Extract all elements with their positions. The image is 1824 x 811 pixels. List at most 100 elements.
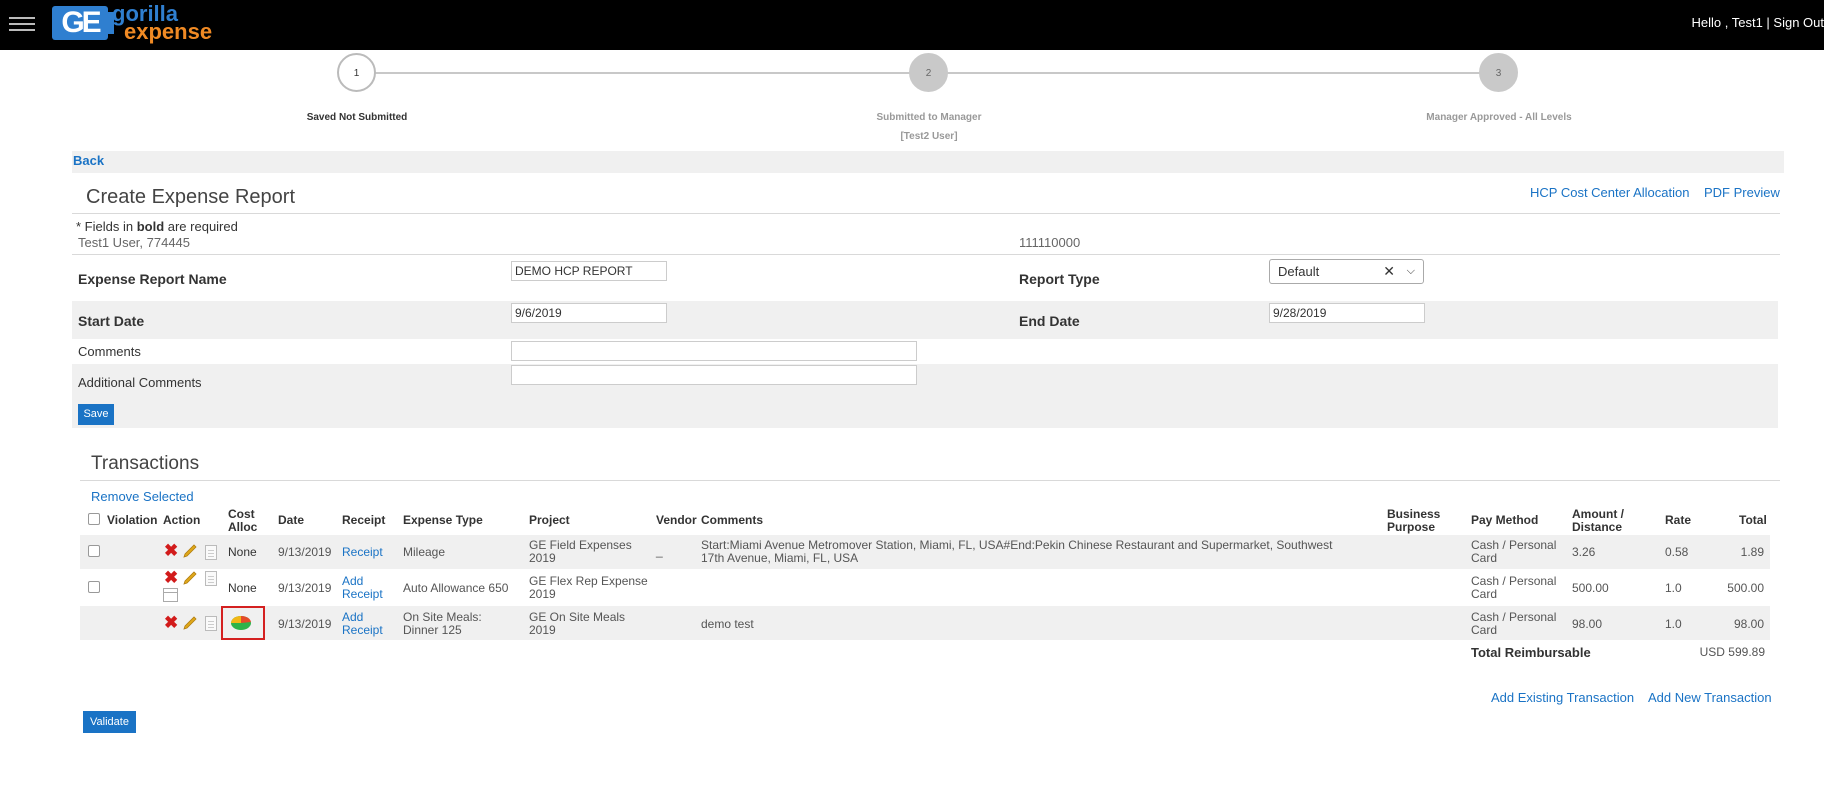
col-violation: Violation [107, 513, 158, 527]
progress-line-2 [946, 72, 1483, 74]
transactions-title: Transactions [91, 453, 200, 474]
app-logo[interactable]: GE gorilla expense [52, 2, 232, 44]
report-name-label: Expense Report Name [78, 271, 227, 287]
title-divider [72, 213, 1780, 214]
edit-pencil-icon[interactable] [182, 570, 198, 586]
required-note: * Fields in bold are required [76, 219, 238, 234]
row-amount: 98.00 [1572, 617, 1603, 631]
row-rate: 0.58 [1665, 545, 1689, 559]
row-checkbox[interactable] [88, 581, 100, 593]
step-2-circle: 2 [909, 53, 948, 92]
page-title: Create Expense Report [86, 186, 296, 208]
report-type-select[interactable]: Default ✕ ⌵ [1269, 259, 1424, 284]
start-date-label: Start Date [78, 313, 145, 329]
back-bar: Back [72, 151, 1784, 173]
save-button[interactable]: Save [78, 404, 114, 425]
step-1-circle: 1 [337, 53, 376, 92]
row-rate: 1.0 [1665, 617, 1682, 631]
add-existing-transaction-link[interactable]: Add Existing Transaction [1491, 690, 1634, 705]
progress-line-1 [375, 72, 915, 74]
comments-label: Comments [78, 344, 141, 359]
delete-icon[interactable]: ✖ [164, 614, 178, 631]
row-add-receipt-link[interactable]: Add Receipt [342, 611, 383, 637]
row-amount: 500.00 [1572, 581, 1609, 595]
row-project: GE Flex Rep Expense 2019 [529, 574, 648, 601]
row-pay-method: Cash / Personal Card [1471, 574, 1557, 601]
report-name-input[interactable] [511, 261, 667, 281]
col-project: Project [529, 513, 570, 527]
total-reimbursable-value: USD 599.89 [1699, 645, 1765, 659]
document-icon[interactable] [205, 545, 217, 560]
col-business-purpose: Business Purpose [1387, 507, 1441, 534]
logo-text-expense: expense [124, 19, 213, 44]
calendar-icon[interactable] [163, 588, 178, 602]
account-number: 111110000 [1019, 235, 1081, 250]
col-vendor: Vendor [656, 513, 697, 527]
back-link[interactable]: Back [73, 153, 104, 168]
remove-selected-link[interactable]: Remove Selected [91, 489, 194, 504]
row-date: 9/13/2019 [278, 581, 332, 595]
row-total: 500.00 [1727, 581, 1764, 595]
chevron-down-icon[interactable]: ⌵ [1407, 260, 1415, 283]
pdf-preview-link[interactable]: PDF Preview [1704, 185, 1780, 200]
row-expense-type: Auto Allowance 650 [403, 581, 509, 595]
comments-input[interactable] [511, 341, 917, 361]
transactions-divider [80, 480, 1780, 481]
row-project: GE Field Expenses 2019 [529, 538, 632, 565]
form-divider [72, 254, 1780, 255]
row-cost-alloc: None [228, 545, 257, 559]
delete-icon[interactable]: ✖ [164, 569, 178, 586]
col-cost-alloc: Cost Alloc [228, 507, 258, 534]
user-info: Test1 User, 774445 [78, 235, 191, 250]
report-type-label: Report Type [1019, 271, 1100, 287]
row-vendor: _ [656, 544, 663, 558]
logo-mark: GE [52, 6, 114, 40]
clear-icon[interactable]: ✕ [1383, 260, 1395, 283]
additional-comments-label: Additional Comments [78, 375, 202, 390]
col-rate: Rate [1665, 513, 1692, 527]
start-date-input[interactable] [511, 303, 667, 323]
col-receipt: Receipt [342, 513, 386, 527]
delete-icon[interactable]: ✖ [164, 542, 178, 559]
col-comments: Comments [701, 513, 764, 527]
col-total: Total [1739, 513, 1767, 527]
row-date: 9/13/2019 [278, 545, 332, 559]
row-expense-type: On Site Meals: Dinner 125 [403, 610, 482, 637]
row-total: 98.00 [1733, 617, 1764, 631]
col-action: Action [163, 513, 201, 527]
row-expense-type: Mileage [403, 545, 446, 559]
row-comments: demo test [701, 617, 754, 631]
report-type-value: Default [1278, 264, 1320, 279]
user-greeting[interactable]: Hello , Test1 | Sign Out [1692, 15, 1824, 30]
date-row-bg [72, 301, 1778, 339]
end-date-input[interactable] [1269, 303, 1425, 323]
col-pay-method: Pay Method [1471, 513, 1539, 527]
total-reimbursable-label: Total Reimbursable [1471, 645, 1591, 660]
document-icon[interactable] [205, 571, 217, 586]
select-all-checkbox[interactable] [88, 513, 100, 525]
additional-comments-row-bg [72, 364, 1778, 428]
top-bar: GE gorilla expense Hello , Test1 | Sign … [0, 0, 1824, 50]
add-new-transaction-link[interactable]: Add New Transaction [1648, 690, 1772, 705]
row-add-receipt-link[interactable]: Add Receipt [342, 575, 383, 601]
row-total: 1.89 [1740, 545, 1764, 559]
row-cost-alloc: None [228, 581, 257, 595]
validate-button[interactable]: Validate [83, 711, 136, 733]
edit-pencil-icon[interactable] [182, 543, 198, 559]
step-1-label: Saved Not Submitted [306, 112, 408, 123]
row-checkbox[interactable] [88, 545, 100, 557]
edit-pencil-icon[interactable] [182, 615, 198, 631]
row-receipt-link[interactable]: Receipt [342, 546, 383, 559]
step-3-circle: 3 [1479, 53, 1518, 92]
step-3-label: Manager Approved - All Levels [1426, 112, 1572, 123]
additional-comments-input[interactable] [511, 365, 917, 385]
hcp-cost-center-link[interactable]: HCP Cost Center Allocation [1530, 185, 1689, 200]
col-date: Date [278, 513, 305, 527]
end-date-label: End Date [1019, 313, 1080, 329]
row-date: 9/13/2019 [278, 617, 332, 631]
step-2-label: Submitted to Manager [876, 112, 982, 123]
row-pay-method: Cash / Personal Card [1471, 610, 1557, 637]
col-expense-type: Expense Type [403, 513, 483, 527]
document-icon[interactable] [205, 616, 217, 631]
menu-icon[interactable] [9, 17, 35, 33]
